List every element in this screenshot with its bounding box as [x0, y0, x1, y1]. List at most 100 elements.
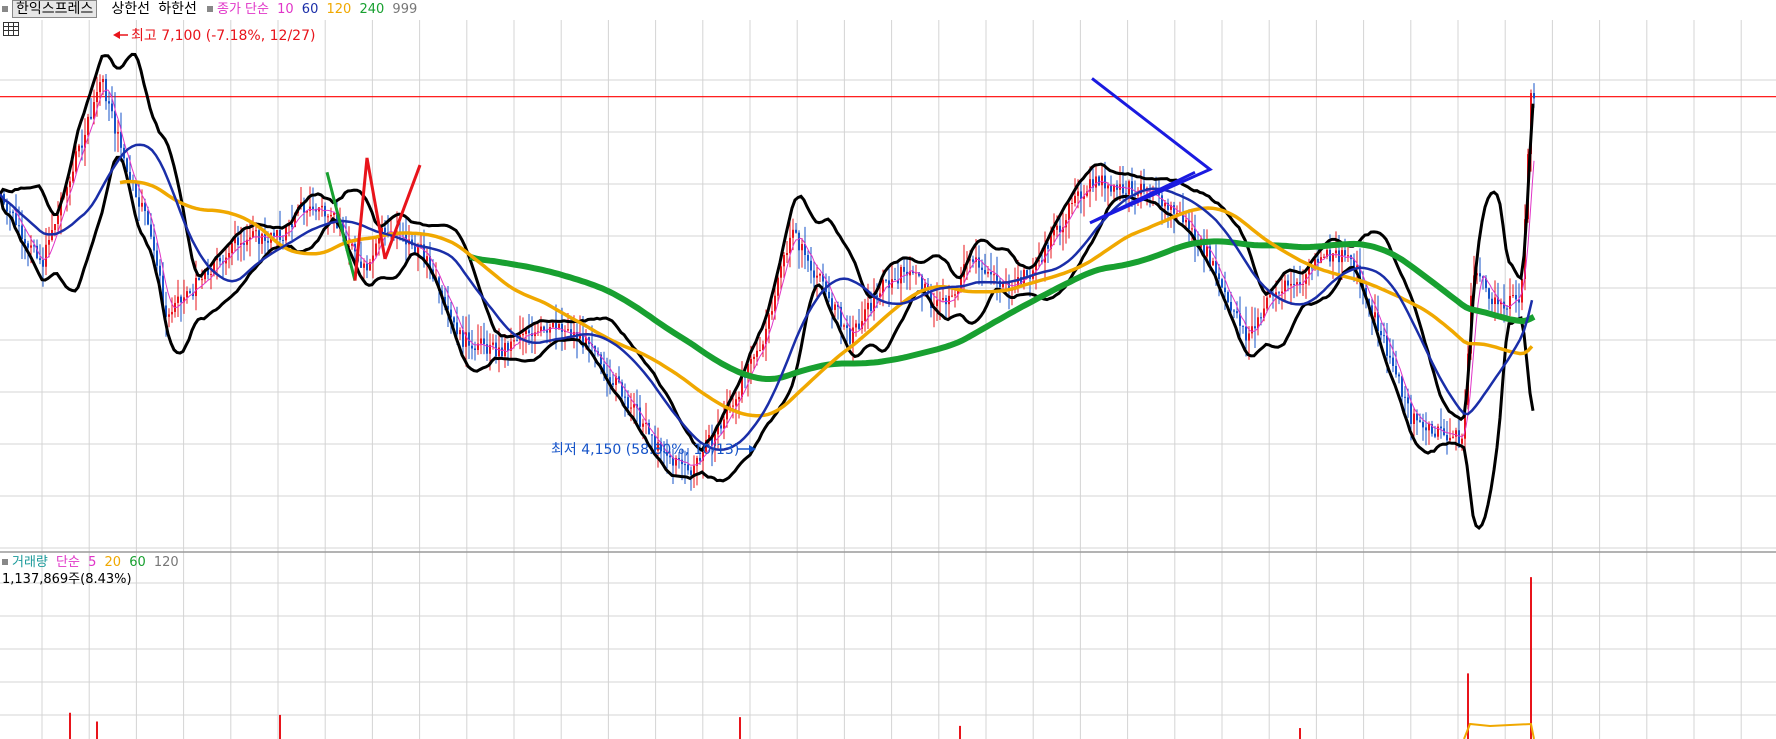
candle-body	[498, 347, 500, 357]
candle-body	[1260, 317, 1262, 319]
candle-body	[153, 236, 155, 251]
candle-body	[1098, 176, 1100, 186]
vol-ma20-label[interactable]: 20	[105, 555, 122, 570]
candle-body	[1512, 295, 1514, 297]
candle-body	[507, 342, 509, 351]
candle-body	[813, 270, 815, 278]
candle-body	[1230, 301, 1232, 311]
candle-body	[627, 397, 629, 409]
candle-body	[81, 145, 83, 148]
candle-body	[1131, 181, 1133, 195]
vol-ma5-label[interactable]: 5	[88, 555, 96, 570]
candle-body	[168, 314, 170, 317]
stock-name-button[interactable]: 한익스프레스	[12, 0, 98, 18]
candle-body	[624, 396, 626, 398]
candle-body	[504, 342, 506, 357]
candle-body	[195, 278, 197, 297]
candle-body	[1218, 273, 1220, 280]
candle-body	[219, 258, 221, 262]
candle-body	[180, 296, 182, 303]
candle-body	[549, 327, 551, 333]
candle-body	[159, 265, 161, 276]
ma999-label[interactable]: 999	[392, 2, 417, 17]
candle-body	[846, 325, 848, 328]
candle-body	[513, 340, 515, 342]
candle-body	[375, 243, 377, 256]
candle-body	[1242, 325, 1244, 327]
candle-body	[834, 304, 836, 310]
candle-body	[141, 202, 143, 207]
candle-body	[990, 272, 992, 275]
candle-body	[1488, 288, 1490, 299]
candle-body	[282, 239, 284, 241]
candle-body	[18, 225, 20, 227]
lower-limit-label[interactable]: 하한선	[158, 1, 197, 17]
candle-body	[360, 261, 362, 268]
candle-body	[1395, 365, 1397, 375]
candle-body	[720, 425, 722, 429]
candle-body	[1266, 297, 1268, 309]
candle-body	[9, 211, 11, 213]
candle-body	[807, 255, 809, 261]
volume-title[interactable]: 거래량	[12, 555, 48, 570]
candle-body	[366, 263, 368, 271]
candle-body	[552, 322, 554, 328]
candle-body	[273, 232, 275, 236]
candle-body	[21, 225, 23, 240]
candle-body	[1317, 258, 1319, 263]
candle-body	[1002, 283, 1004, 288]
candle-body	[147, 211, 149, 225]
candle-body	[72, 171, 74, 182]
ma60-label[interactable]: 60	[302, 2, 319, 17]
candle-body	[1449, 437, 1451, 441]
candle-body	[111, 103, 113, 112]
candle-body	[102, 78, 104, 83]
candle-body	[735, 399, 737, 406]
candle-body	[483, 338, 485, 345]
vol-ma120-label[interactable]: 120	[154, 555, 179, 570]
vol-ma60-label[interactable]: 60	[129, 555, 146, 570]
candle-body	[801, 244, 803, 251]
zigzag-segment	[325, 171, 357, 282]
candle-body	[516, 340, 518, 342]
candle-body	[150, 224, 152, 237]
ma10-label[interactable]: 10	[277, 2, 294, 17]
candle-body	[651, 434, 653, 436]
candle-body	[1416, 413, 1418, 421]
candle-body	[1452, 436, 1454, 438]
candle-body	[1338, 250, 1340, 263]
candle-body	[138, 197, 140, 207]
candle-body	[1110, 185, 1112, 192]
ma120-label[interactable]: 120	[326, 2, 351, 17]
candle-body	[612, 383, 614, 385]
candle-body	[492, 342, 494, 345]
candle-body	[108, 101, 110, 104]
candle-body	[75, 151, 77, 172]
candle-body	[843, 325, 845, 327]
ma240-label[interactable]: 240	[359, 2, 384, 17]
upper-limit-label[interactable]: 상한선	[111, 1, 150, 17]
candle-body	[78, 145, 80, 152]
ma-label[interactable]: 종가 단순	[217, 2, 269, 17]
candle-body	[1533, 93, 1535, 99]
candle-body	[1479, 273, 1481, 277]
candle-body	[276, 229, 278, 236]
bollinger-upper	[0, 52, 1535, 453]
candle-body	[267, 240, 269, 243]
candle-body	[567, 329, 569, 331]
candle-body	[1101, 175, 1103, 186]
candle-body	[39, 258, 41, 261]
candle-body	[1254, 326, 1256, 329]
candle-body	[12, 211, 14, 214]
candle-body	[831, 298, 833, 310]
candle-body	[1410, 403, 1412, 424]
candle-body	[783, 255, 785, 267]
candle-body	[1248, 333, 1250, 341]
candle-body	[1056, 225, 1058, 230]
candle-body	[936, 300, 938, 307]
volume-ma-label[interactable]: 단순	[56, 555, 80, 570]
chart-settings-icon[interactable]	[3, 22, 19, 36]
high-label: 최고 7,100 (-7.18%, 12/27)	[131, 28, 315, 44]
candle-body	[852, 327, 854, 344]
candle-body	[1206, 246, 1208, 257]
